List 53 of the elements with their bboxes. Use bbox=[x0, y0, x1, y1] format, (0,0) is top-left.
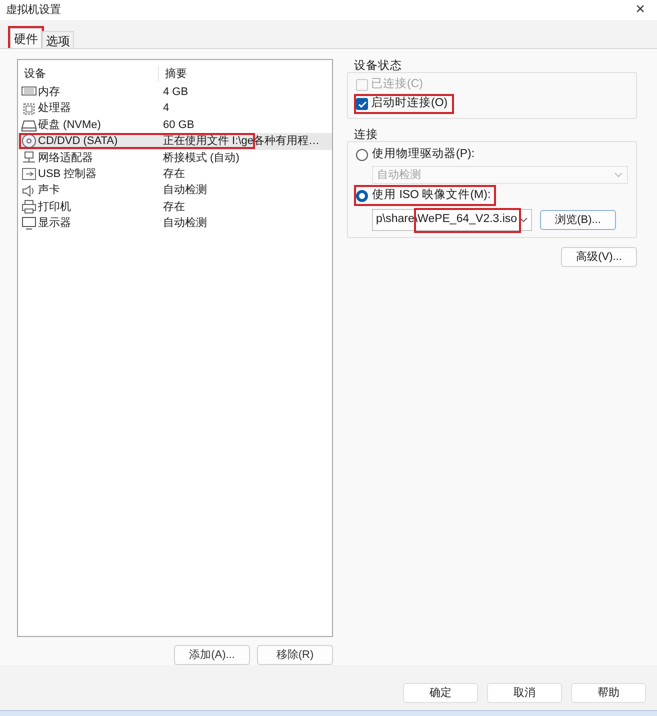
advanced-button[interactable]: 高级(V)... bbox=[561, 247, 637, 268]
device-name: 网络适配器 bbox=[38, 150, 93, 166]
disc-icon bbox=[21, 133, 37, 150]
device-name: 处理器 bbox=[38, 101, 71, 116]
checkbox[interactable]: 启动时连接(O) bbox=[356, 96, 452, 112]
device-row[interactable]: 处理器 4 bbox=[18, 100, 332, 117]
device-summary: 4 GB bbox=[162, 85, 188, 100]
device-row[interactable]: 网络适配器 桥接模式 (自动) bbox=[18, 150, 332, 166]
device-row[interactable]: 内存 4 GB bbox=[18, 84, 332, 100]
check-icon bbox=[358, 100, 366, 109]
close-button[interactable]: × bbox=[630, 2, 651, 18]
tab[interactable]: 硬件 bbox=[10, 28, 42, 48]
monitor-icon bbox=[21, 215, 37, 232]
group-title: 连接 bbox=[353, 128, 379, 142]
device-summary: 存在 bbox=[162, 166, 185, 182]
radio-button[interactable]: 使用 ISO 映像文件(M): bbox=[356, 187, 494, 204]
device-summary: 桥接模式 (自动) bbox=[162, 150, 240, 166]
device-row[interactable]: 声卡 自动检测 bbox=[18, 182, 332, 199]
column-header[interactable]: 设备 bbox=[18, 66, 158, 82]
add-button[interactable]: 添加(A)... bbox=[174, 645, 250, 666]
checkbox: 已连接(C) bbox=[356, 77, 427, 94]
device-name: USB 控制器 bbox=[38, 166, 97, 182]
device-row[interactable]: 硬盘 (NVMe) 60 GB bbox=[18, 116, 332, 134]
device-summary: 4 bbox=[162, 101, 170, 116]
device-name: 打印机 bbox=[38, 200, 71, 215]
device-row[interactable]: 打印机 存在 bbox=[18, 198, 332, 216]
device-row[interactable]: USB 控制器 存在 bbox=[18, 166, 332, 182]
tab[interactable]: 选项 bbox=[42, 31, 74, 48]
radio-button[interactable]: 使用物理驱动器(P): bbox=[356, 146, 478, 164]
ok-button[interactable]: 确定 bbox=[403, 683, 478, 704]
device-summary: 自动检测 bbox=[162, 216, 207, 232]
device-summary: 60 GB bbox=[162, 118, 194, 133]
device-summary: 自动检测 bbox=[162, 183, 207, 198]
chevron-down-icon bbox=[614, 172, 623, 178]
column-header[interactable]: 摘要 bbox=[158, 66, 187, 82]
device-row[interactable]: 显示器 自动检测 bbox=[18, 215, 332, 232]
printer-icon bbox=[21, 199, 37, 215]
device-name: 声卡 bbox=[38, 183, 60, 198]
chevron-down-icon bbox=[519, 217, 528, 224]
device-name: 显示器 bbox=[38, 216, 71, 232]
dropdown: 自动检测 bbox=[372, 166, 628, 184]
window-title: 虚拟机设置 bbox=[6, 2, 61, 18]
group-title: 设备状态 bbox=[353, 59, 403, 74]
device-name: 硬盘 (NVMe) bbox=[38, 118, 101, 133]
usb-icon bbox=[21, 166, 37, 182]
chip-icon bbox=[21, 100, 37, 117]
browse-button[interactable]: 浏览(B)... bbox=[540, 210, 616, 230]
remove-button[interactable]: 移除(R) bbox=[257, 645, 333, 666]
help-button[interactable]: 帮助 bbox=[571, 683, 646, 704]
device-name: 内存 bbox=[38, 85, 60, 100]
cancel-button[interactable]: 取消 bbox=[487, 683, 562, 704]
device-summary: 存在 bbox=[162, 200, 185, 215]
device-name: CD/DVD (SATA) bbox=[38, 134, 118, 150]
